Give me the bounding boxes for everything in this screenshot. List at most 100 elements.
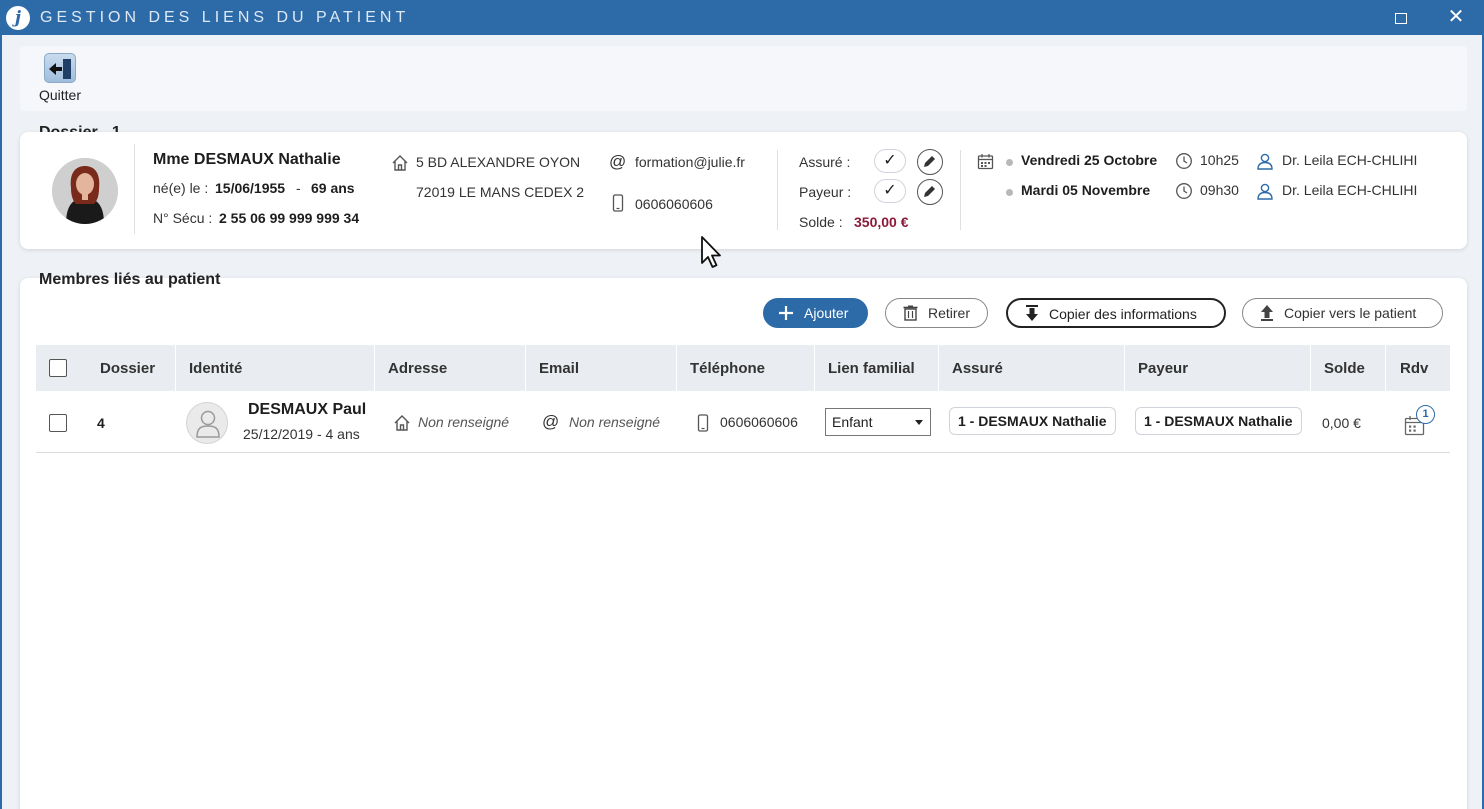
column-header-rdv[interactable]: Rdv [1400,360,1428,377]
doctor-icon [1257,183,1273,200]
appointment-time: 10h25 [1200,152,1239,168]
member-dossier: 4 [97,415,105,431]
column-separator [525,345,526,391]
column-separator [676,345,677,391]
divider [777,150,778,230]
maximize-icon [1395,13,1407,25]
row-checkbox[interactable] [49,414,67,432]
home-icon [394,415,410,431]
appointment-dot [1006,159,1013,166]
column-header-assure[interactable]: Assuré [952,360,1003,377]
remove-button[interactable]: Retirer [885,298,988,328]
member-address: Non renseigné [418,414,510,430]
calendar-icon [977,154,994,170]
column-separator [1385,345,1386,391]
patient-address-line2: 72019 LE MANS CEDEX 2 [416,184,585,200]
patient-birth-date: 15/06/1955 [215,180,286,196]
check-icon: ✓ [883,182,897,199]
assure-edit-button[interactable] [917,149,943,175]
pencil-icon [924,186,935,197]
members-section-title: Membres liés au patient [39,271,221,288]
divider [134,144,135,234]
appointment-dot [1006,189,1013,196]
title-bar: j GESTION DES LIENS DU PATIENT ✕ [0,0,1484,35]
select-all-checkbox[interactable] [49,359,67,377]
appointment-date: Vendredi 25 Octobre [1021,152,1158,168]
column-header-adresse[interactable]: Adresse [388,360,447,377]
patient-card: Mme DESMAUX Nathalie né(e) le : 15/06/19… [20,132,1467,249]
column-header-payeur[interactable]: Payeur [1138,360,1188,377]
app-logo-icon: j [6,6,30,30]
pencil-icon [924,156,935,167]
remove-button-label: Retirer [928,305,971,321]
table-row[interactable]: 4 DESMAUX Paul 25/12/2019 - 4 ans Non re… [36,393,1450,453]
patient-birth-separator: - [296,180,301,196]
quit-label: Quitter [38,87,81,103]
appointment-date: Mardi 05 Novembre [1021,182,1151,198]
patient-address-line1: 5 BD ALEXANDRE OYON [416,154,581,170]
member-solde: 0,00 € [1322,415,1361,431]
upload-arrow-icon [1261,305,1273,321]
column-header-identite[interactable]: Identité [189,360,242,377]
clock-icon [1176,153,1192,169]
appointment-doctor: Dr. Leila ECH-CHLIHI [1282,152,1418,168]
patient-secu-number: 2 55 06 99 999 999 34 [219,210,360,226]
assure-label: Assuré : [799,154,851,170]
member-payeur[interactable]: 1 - DESMAUX Nathalie [1135,407,1302,435]
column-separator [1310,345,1311,391]
members-card: Membres liés au patient Ajouter Retirer … [20,271,1467,809]
divider [960,150,961,230]
patient-email[interactable]: formation@julie.fr [635,154,745,170]
close-icon: ✕ [1447,6,1465,28]
doctor-icon [1257,153,1273,170]
rdv-button[interactable]: 1 [1402,405,1436,439]
column-header-email[interactable]: Email [539,360,579,377]
lien-familial-select[interactable]: Enfant [825,408,931,436]
column-header-telephone[interactable]: Téléphone [690,360,765,377]
copy-to-patient-button[interactable]: Copier vers le patient [1242,298,1443,328]
patient-birth-label: né(e) le : [153,180,209,196]
trash-icon [903,305,918,321]
copy-info-button-label: Copier des informations [1049,306,1197,322]
column-header-solde[interactable]: Solde [1324,360,1365,377]
patient-age: 69 ans [311,180,355,196]
member-assure[interactable]: 1 - DESMAUX Nathalie [949,407,1116,435]
check-icon: ✓ [883,152,897,169]
copy-info-button[interactable]: Copier des informations [1006,298,1226,328]
copy-to-patient-button-label: Copier vers le patient [1284,305,1417,321]
column-separator [374,345,375,391]
column-separator [938,345,939,391]
quit-button[interactable]: Quitter [28,51,92,107]
column-header-lien-familial[interactable]: Lien familial [828,360,915,377]
patient-avatar [52,158,118,224]
appointment-doctor: Dr. Leila ECH-CHLIHI [1282,182,1418,198]
exit-door-icon [44,53,76,83]
patient-name: Mme DESMAUX Nathalie [153,151,341,168]
assure-check[interactable]: ✓ [874,149,906,173]
rdv-count-badge: 1 [1416,405,1435,424]
maximize-button[interactable] [1378,0,1424,35]
member-avatar-icon [186,402,228,444]
column-separator [175,345,176,391]
lien-familial-value: Enfant [832,414,873,430]
payeur-check[interactable]: ✓ [874,179,906,203]
chevron-down-icon [915,420,923,425]
toolbar: Quitter [20,46,1467,111]
close-button[interactable]: ✕ [1433,0,1479,35]
add-button-label: Ajouter [804,305,849,321]
phone-icon [612,194,624,212]
clock-icon [1176,183,1192,199]
column-separator [814,345,815,391]
patient-secu-label: N° Sécu : [153,210,213,226]
patient-phone: 0606060606 [635,196,713,212]
home-icon [392,155,408,171]
member-name[interactable]: DESMAUX Paul [248,401,366,419]
window-title: GESTION DES LIENS DU PATIENT [40,9,410,26]
add-button[interactable]: Ajouter [763,298,868,328]
mouse-cursor-icon [701,236,721,268]
payeur-edit-button[interactable] [917,179,943,205]
column-header-dossier[interactable]: Dossier [100,360,155,377]
appointment-time: 09h30 [1200,182,1239,198]
at-icon: @ [609,152,627,171]
phone-icon [697,414,709,432]
